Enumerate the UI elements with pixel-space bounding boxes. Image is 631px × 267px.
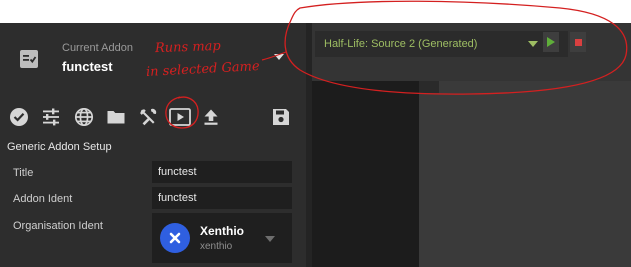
save-icon[interactable]: [269, 105, 293, 129]
addon-panel: Current Addon functest Generic Addon Set…: [0, 23, 306, 267]
play-icon: [547, 37, 555, 47]
chevron-down-icon: [265, 236, 275, 242]
addon-selector[interactable]: Current Addon functest: [0, 23, 306, 93]
organisation-ident-label: Organisation Ident: [13, 220, 103, 232]
folder-icon[interactable]: [104, 105, 128, 129]
stop-icon: [574, 38, 582, 46]
chevron-down-icon[interactable]: [273, 52, 285, 62]
check-circle-icon[interactable]: [7, 105, 31, 129]
title-field[interactable]: functest: [152, 161, 292, 183]
upload-icon[interactable]: [199, 105, 223, 129]
organisation-selector[interactable]: Xenthio xenthio: [152, 213, 292, 263]
chevron-down-icon[interactable]: [528, 41, 538, 47]
launch-game-button[interactable]: [543, 32, 559, 52]
play-icon[interactable]: [168, 105, 192, 129]
game-selector[interactable]: Half-Life: Source 2 (Generated): [315, 31, 568, 57]
addon-toolbar: [0, 103, 306, 131]
addon-ident-label: Addon Ident: [13, 193, 73, 205]
game-viewport[interactable]: [419, 81, 631, 267]
addon-name: functest: [62, 59, 113, 74]
x-logo-icon: [169, 232, 181, 244]
game-name: Half-Life: Source 2 (Generated): [324, 38, 478, 50]
annotation-line-1: Runs map: [154, 38, 221, 57]
organisation-ident: xenthio: [200, 241, 233, 252]
title-label: Title: [13, 167, 34, 179]
viewport-shadow: [312, 81, 419, 267]
section-title: Generic Addon Setup: [7, 141, 112, 153]
checklist-icon: [20, 50, 38, 68]
game-panel: Half-Life: Source 2 (Generated): [312, 23, 631, 267]
addon-ident-field[interactable]: functest: [152, 187, 292, 209]
stop-game-button[interactable]: [570, 32, 586, 52]
viewport-corner: [419, 81, 439, 93]
organisation-name: Xenthio: [200, 224, 244, 238]
tools-icon[interactable]: [136, 105, 160, 129]
addon-caption: Current Addon: [62, 42, 133, 54]
globe-icon[interactable]: [72, 105, 96, 129]
organisation-avatar: [160, 223, 190, 253]
sliders-icon[interactable]: [39, 105, 63, 129]
